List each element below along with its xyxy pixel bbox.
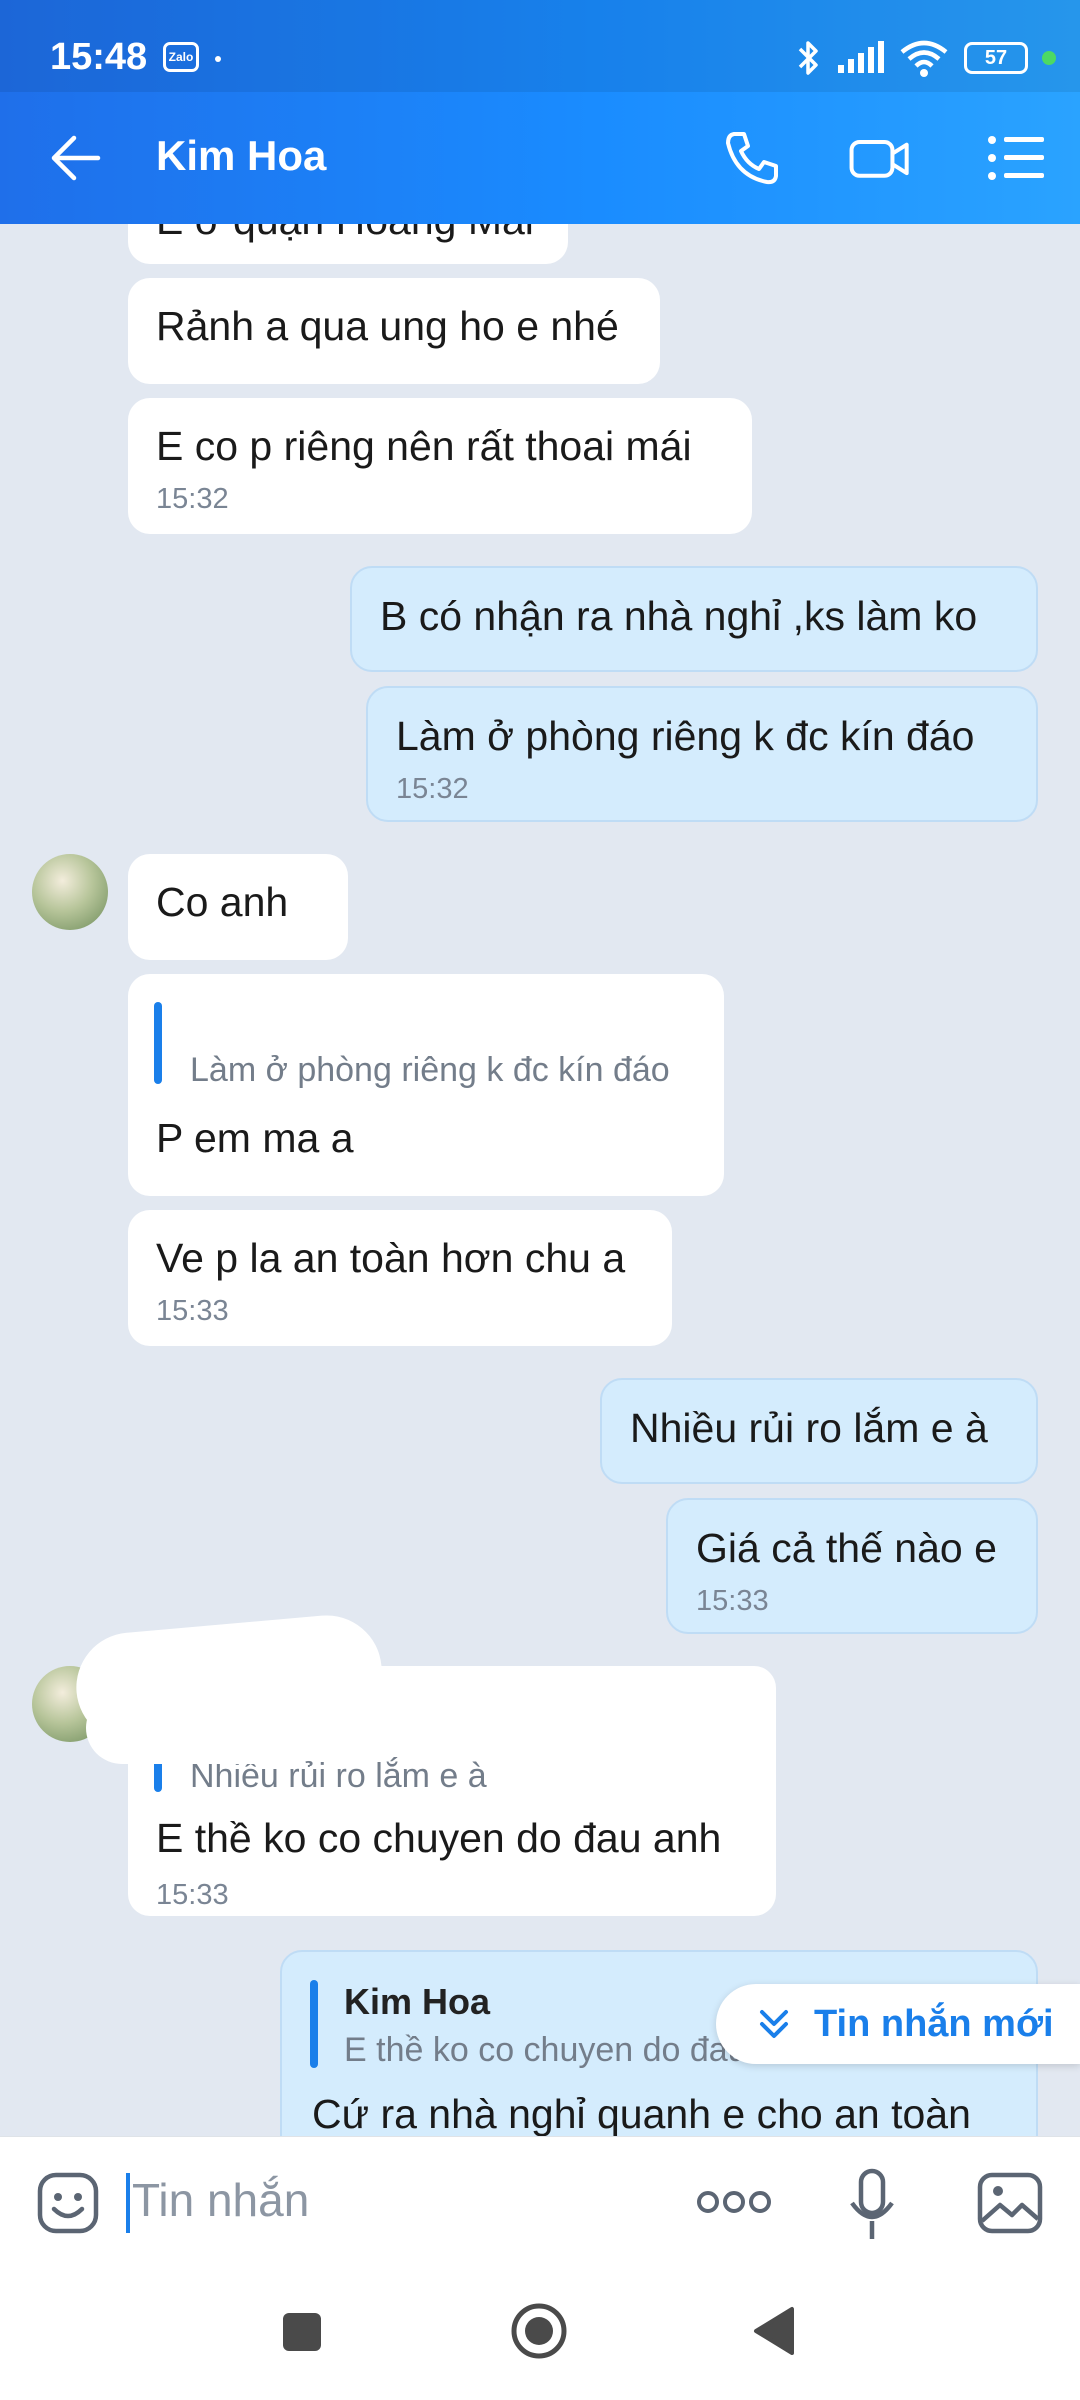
contact-name[interactable]: Kim Hoa bbox=[156, 132, 326, 180]
message-text: Ve p la an toàn hơn chu a bbox=[156, 1235, 626, 1281]
incoming-message[interactable]: Rảnh a qua ung ho e nhé bbox=[128, 278, 660, 384]
message-time: 15:33 bbox=[156, 1879, 229, 1911]
message-input[interactable]: Tin nhắn bbox=[132, 2173, 309, 2227]
more-options-icon[interactable] bbox=[696, 2187, 772, 2217]
incoming-message[interactable]: E ở quận Hoàng Mai bbox=[128, 224, 568, 264]
message-text: Rảnh a qua ung ho e nhé bbox=[156, 303, 619, 349]
microphone-icon[interactable] bbox=[848, 2167, 896, 2243]
message-text: Giá cả thế nào e bbox=[696, 1525, 997, 1571]
message-time: 15:33 bbox=[156, 1295, 229, 1327]
incoming-reply-message[interactable]: Làm ở phòng riêng k đc kín đáo P em ma a bbox=[128, 974, 724, 1196]
zalo-notification-icon: Zalo bbox=[163, 42, 199, 72]
composer-bar: Tin nhắn bbox=[0, 2136, 1080, 2271]
battery-icon: 57 bbox=[964, 42, 1028, 74]
video-call-icon[interactable] bbox=[848, 126, 912, 190]
message-text: E thề ko co chuyen do đau anh bbox=[156, 1815, 722, 1861]
text-caret bbox=[126, 2173, 130, 2233]
quote-bar bbox=[310, 1980, 318, 2068]
back-triangle-icon[interactable] bbox=[752, 2306, 796, 2356]
phone-call-icon[interactable] bbox=[720, 126, 784, 190]
incoming-message[interactable]: Ve p la an toàn hơn chu a 15:33 bbox=[128, 1210, 672, 1346]
sticker-icon[interactable] bbox=[36, 2171, 100, 2235]
outgoing-message[interactable]: Làm ở phòng riêng k đc kín đáo 15:32 bbox=[366, 686, 1038, 822]
outgoing-message[interactable]: Nhiều rủi ro lắm e à bbox=[600, 1378, 1038, 1484]
quote-bar bbox=[154, 1002, 162, 1084]
new-messages-label: Tin nhắn mới bbox=[814, 2002, 1054, 2045]
chat-header: Kim Hoa bbox=[0, 92, 1080, 224]
message-time: 15:32 bbox=[396, 773, 469, 805]
recents-square-icon[interactable] bbox=[282, 2312, 322, 2352]
bluetooth-icon bbox=[798, 41, 818, 75]
outgoing-message[interactable]: B có nhận ra nhà nghỉ ,ks làm ko bbox=[350, 566, 1038, 672]
image-gallery-icon[interactable] bbox=[976, 2171, 1044, 2235]
message-text: P em ma a bbox=[156, 1115, 354, 1161]
message-text: E co p riêng nên rất thoai mái bbox=[156, 423, 692, 469]
notification-dot bbox=[215, 56, 221, 62]
wifi-icon bbox=[900, 40, 948, 77]
message-text: B có nhận ra nhà nghỉ ,ks làm ko bbox=[380, 593, 978, 639]
message-time: 15:32 bbox=[156, 483, 229, 515]
charging-dot bbox=[1042, 51, 1056, 65]
message-list[interactable]: E ở quận Hoàng Mai Rảnh a qua ung ho e n… bbox=[0, 224, 1080, 2136]
outgoing-message[interactable]: Giá cả thế nào e 15:33 bbox=[666, 1498, 1038, 1634]
message-text: Làm ở phòng riêng k đc kín đáo bbox=[396, 713, 975, 759]
top-bar: 15:48 Zalo 57 Kim Hoa bbox=[0, 0, 1080, 224]
status-time: 15:48 bbox=[50, 36, 148, 78]
system-navigation-bar bbox=[0, 2270, 1080, 2400]
quoted-author: Kim Hoa bbox=[344, 1981, 491, 2022]
signal-icon bbox=[838, 41, 884, 73]
redaction-mark bbox=[86, 1692, 306, 1764]
double-chevron-down-icon bbox=[760, 2010, 788, 2038]
incoming-message[interactable]: E co p riêng nên rất thoai mái 15:32 bbox=[128, 398, 752, 534]
incoming-message[interactable]: Co anh bbox=[128, 854, 348, 960]
contact-avatar[interactable] bbox=[32, 854, 108, 930]
back-arrow-icon[interactable] bbox=[48, 130, 104, 186]
message-text: Nhiều rủi ro lắm e à bbox=[630, 1405, 988, 1451]
message-text: Co anh bbox=[156, 879, 289, 925]
new-messages-button[interactable]: Tin nhắn mới bbox=[716, 1984, 1080, 2064]
message-text: E ở quận Hoàng Mai bbox=[156, 224, 540, 244]
quoted-text[interactable]: Làm ở phòng riêng k đc kín đáo bbox=[190, 1046, 670, 1094]
status-bar: 15:48 Zalo 57 bbox=[0, 0, 1080, 92]
menu-list-icon[interactable] bbox=[984, 126, 1048, 190]
home-circle-icon[interactable] bbox=[510, 2302, 568, 2360]
message-text: Cứ ra nhà nghỉ quanh e cho an toàn bbox=[312, 2091, 971, 2136]
status-icons: 57 bbox=[796, 36, 1056, 80]
message-time: 15:33 bbox=[696, 1585, 769, 1617]
